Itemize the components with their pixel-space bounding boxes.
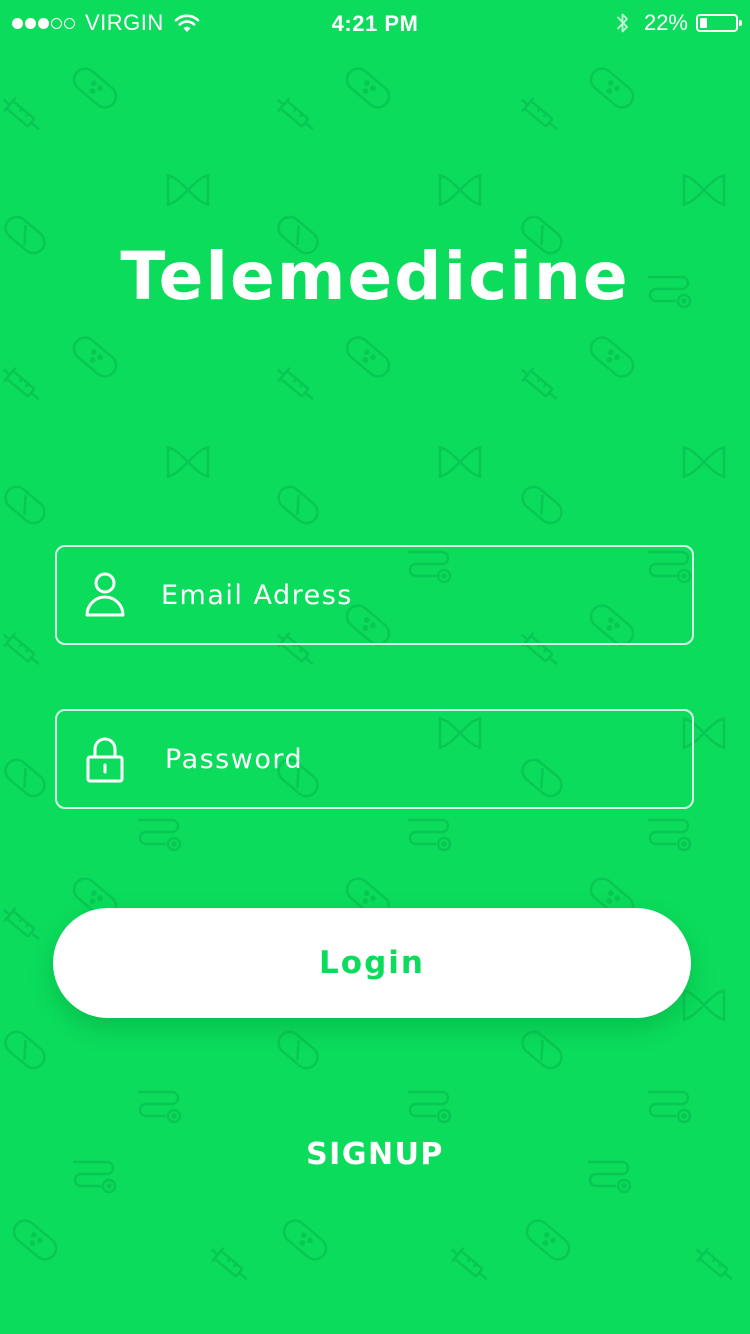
- battery-cap: [739, 20, 742, 26]
- bluetooth-icon: [617, 13, 628, 33]
- signup-link[interactable]: SIGNUP: [0, 1137, 750, 1172]
- user-icon: [85, 572, 125, 617]
- battery-icon: [696, 14, 742, 32]
- password-input[interactable]: [165, 711, 675, 807]
- email-field-container[interactable]: [55, 545, 694, 645]
- login-screen: VIRGIN 4:21 PM 22% Telemedicine Email Ad…: [0, 0, 750, 1334]
- lock-icon: [86, 737, 124, 783]
- login-button[interactable]: Login: [53, 908, 691, 1018]
- email-input[interactable]: [161, 547, 671, 643]
- battery-percent: 22%: [643, 10, 688, 35]
- status-bar: VIRGIN 4:21 PM 22%: [0, 0, 750, 48]
- app-title: Telemedicine: [120, 238, 630, 315]
- status-right: 22%: [616, 10, 742, 36]
- password-field-container[interactable]: [55, 709, 694, 809]
- battery-level-fill: [700, 18, 707, 28]
